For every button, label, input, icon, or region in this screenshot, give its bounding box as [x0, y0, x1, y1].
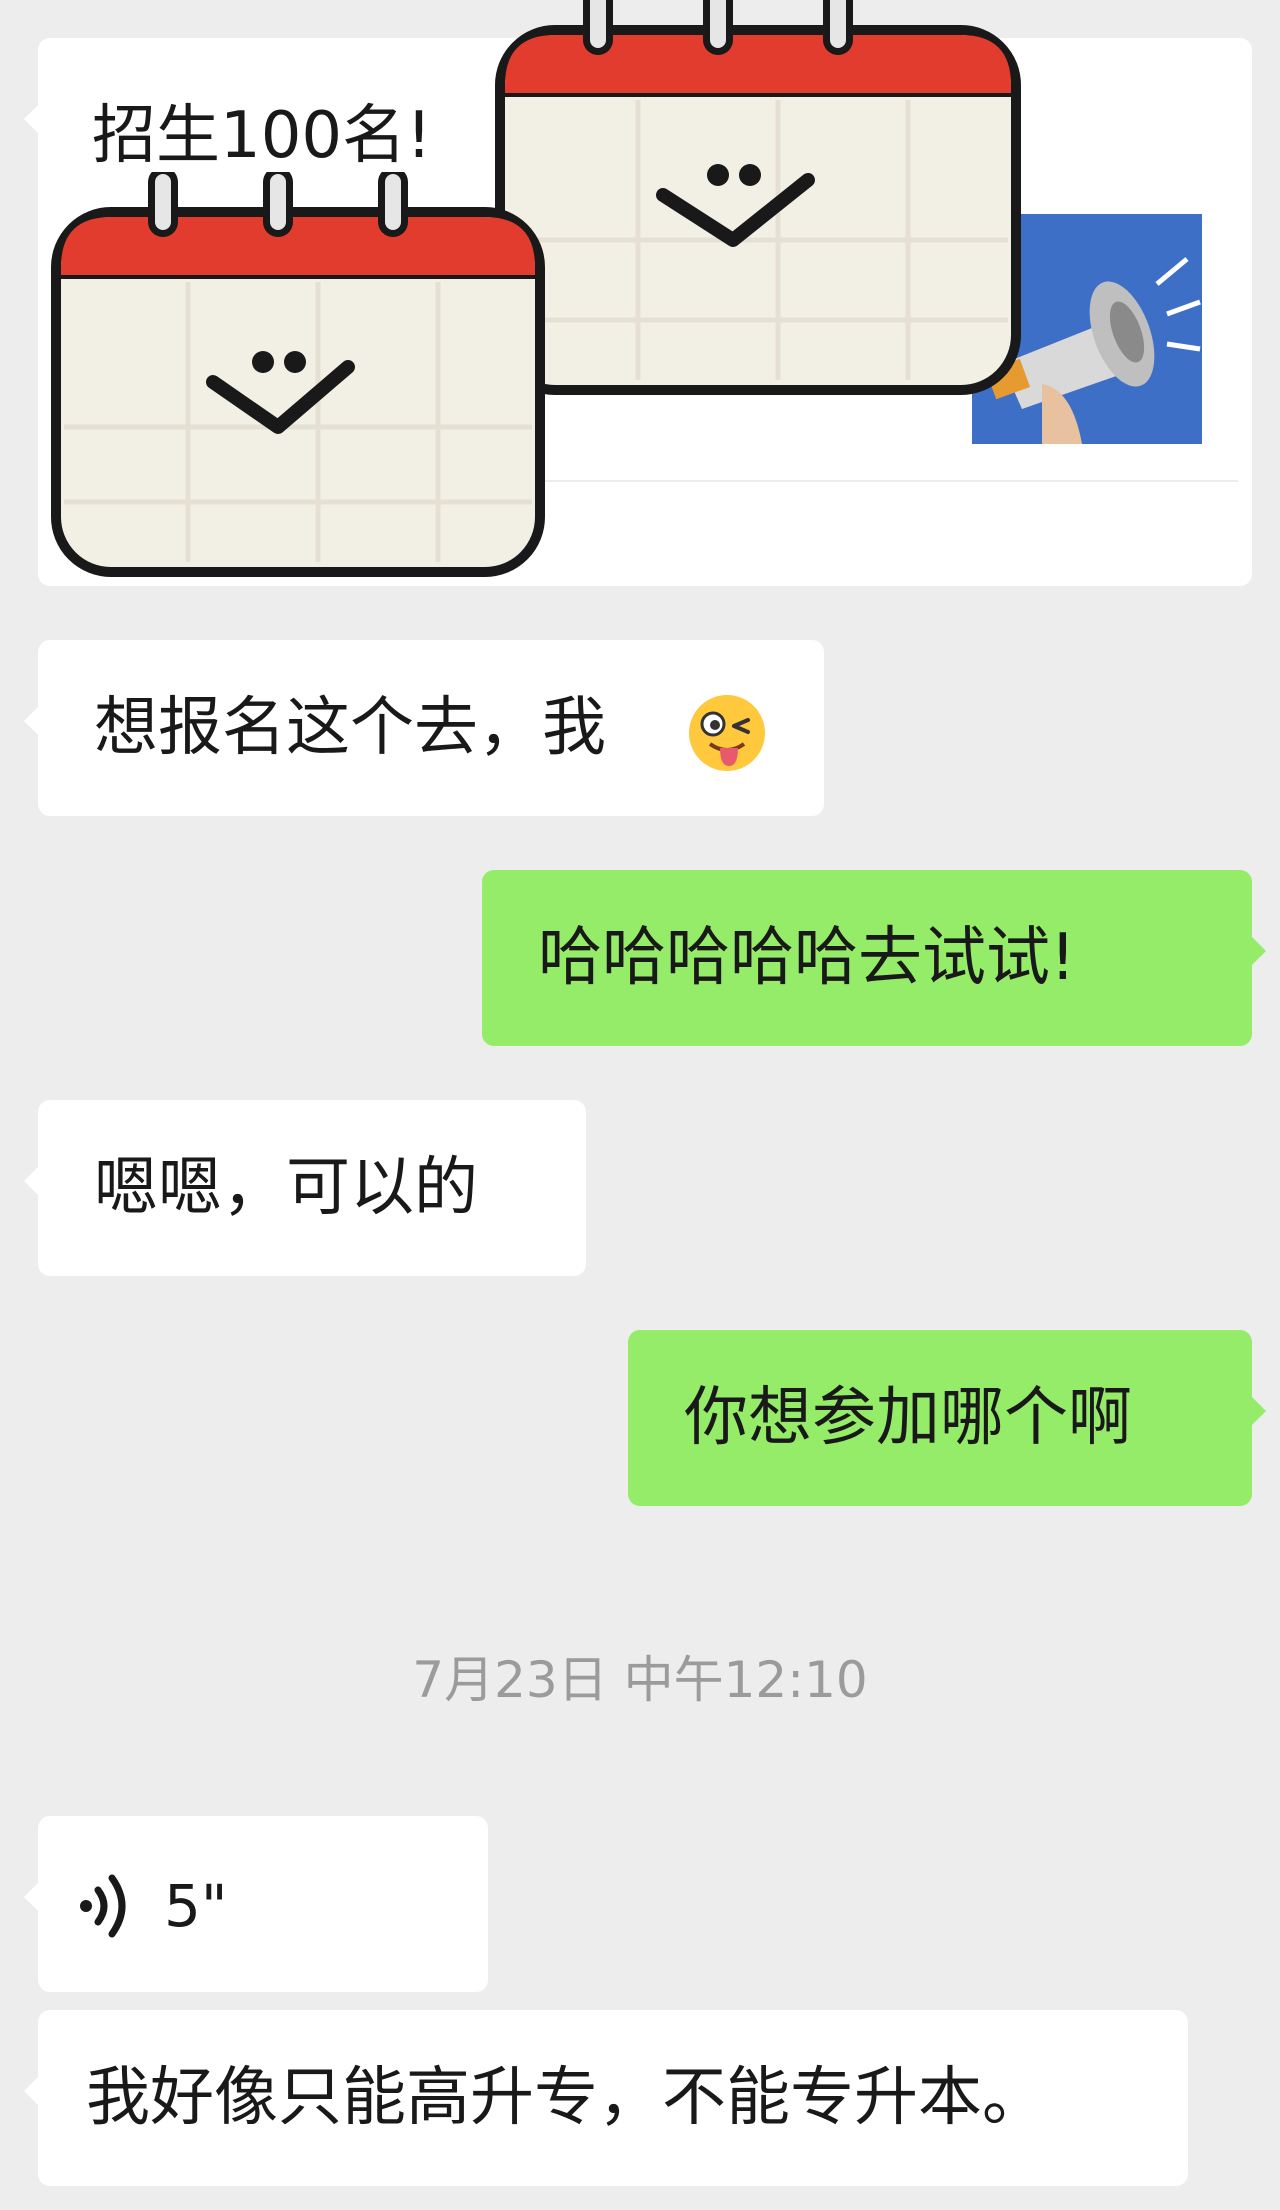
- calendar-sticker-icon: [51, 172, 545, 577]
- message-bubble-incoming[interactable]: 我好像只能高升专，不能专升本。: [24, 2010, 1188, 2186]
- message-bubble-incoming[interactable]: 想报名这个去，我: [24, 640, 824, 816]
- voice-message[interactable]: 5": [24, 1816, 488, 1992]
- message-bubble-outgoing[interactable]: 哈哈哈哈哈去试试!: [482, 870, 1266, 1046]
- message-bubble-outgoing[interactable]: 你想参加哪个啊: [628, 1330, 1266, 1506]
- winking-tongue-face-icon: [689, 695, 765, 771]
- card-title: 招生100名!: [92, 99, 432, 173]
- message-text: 想报名这个去，我: [94, 691, 606, 765]
- voice-duration: 5": [164, 1872, 228, 1940]
- message-text: 你想参加哪个啊: [684, 1381, 1132, 1455]
- message-bubble-incoming[interactable]: 嗯嗯，可以的: [24, 1100, 586, 1276]
- message-text: 嗯嗯，可以的: [94, 1151, 478, 1225]
- message-card[interactable]: 招生100名!: [24, 0, 1252, 586]
- message-text: 我好像只能高升专，不能专升本。: [86, 2061, 1046, 2135]
- timestamp: 7月23日 中午12:10: [412, 1651, 868, 1709]
- message-text: 哈哈哈哈哈去试试!: [538, 921, 1076, 995]
- calendar-sticker-icon: [495, 0, 1021, 395]
- voice-wave-icon: [80, 1874, 126, 1938]
